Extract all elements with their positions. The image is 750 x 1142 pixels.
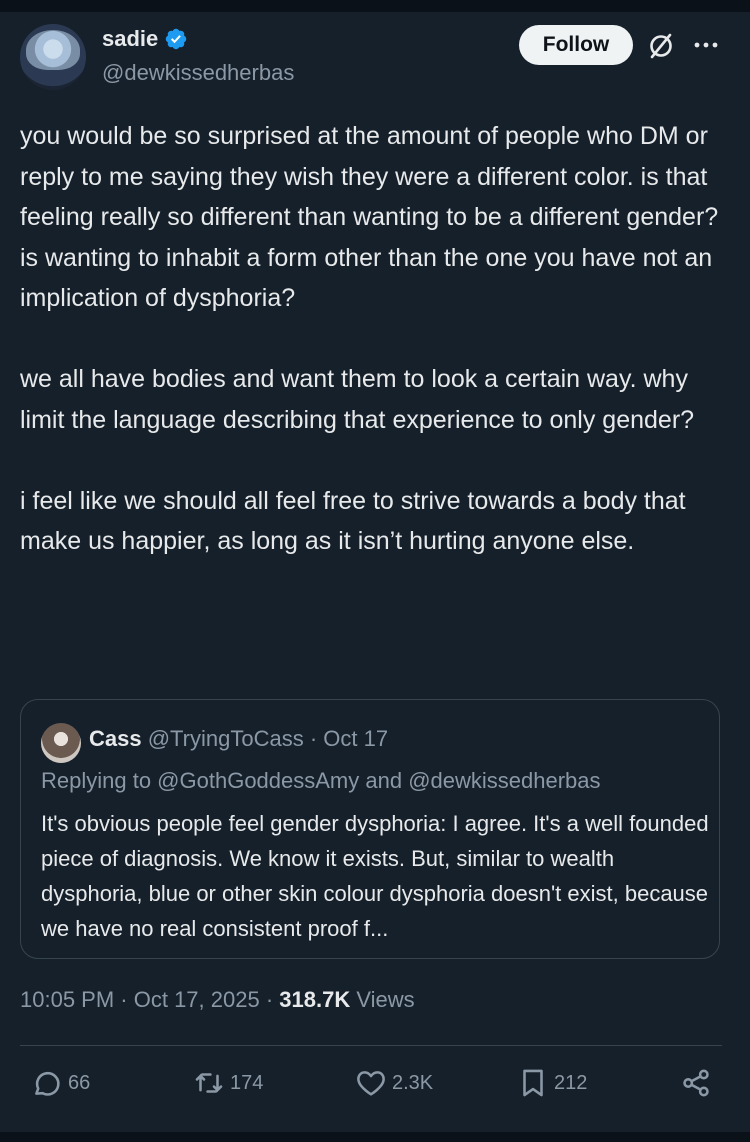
views-label: Views <box>350 987 415 1012</box>
post-metadata: 10:05 PM · Oct 17, 2025 · 318.7K Views <box>20 987 415 1013</box>
like-button[interactable]: 2.3K <box>354 1066 433 1100</box>
divider <box>20 1045 722 1046</box>
separator-dot: · <box>303 726 324 751</box>
bookmark-button[interactable]: 212 <box>516 1066 587 1100</box>
post-text: you would be so surprised at the amount … <box>20 116 730 562</box>
more-horizontal-icon[interactable] <box>692 33 720 57</box>
reply-count: 66 <box>68 1071 91 1094</box>
post-paragraph: you would be so surprised at the amount … <box>20 122 719 312</box>
share-button[interactable] <box>679 1066 713 1100</box>
author-name[interactable]: sadie <box>102 26 158 52</box>
bottom-edge <box>0 1132 750 1142</box>
quoted-post-text: It's obvious people feel gender dysphori… <box>41 811 709 941</box>
action-bar: 66 174 2.3K 212 <box>0 1066 750 1110</box>
reply-icon <box>35 1071 60 1096</box>
reply-button[interactable]: 66 <box>30 1066 90 1100</box>
replying-to: Replying to @GothGoddessAmy and @dewkiss… <box>41 768 601 793</box>
post-paragraph: we all have bodies and want them to look… <box>20 365 695 434</box>
post-time: 10:05 PM <box>20 987 115 1012</box>
post-paragraph: i feel like we should all feel free to s… <box>20 486 686 556</box>
bookmark-count: 212 <box>554 1071 588 1094</box>
views-count: 318.7K <box>279 987 351 1012</box>
share-icon <box>683 1069 709 1097</box>
repost-count: 174 <box>230 1071 264 1094</box>
verified-badge-icon <box>166 28 187 50</box>
author-handle[interactable]: @dewkissedherbas <box>102 60 294 86</box>
quoted-post-date: Oct 17 <box>323 726 389 751</box>
author-name-row: sadie <box>102 26 188 52</box>
quoted-author-avatar <box>41 723 81 763</box>
like-count: 2.3K <box>392 1071 434 1094</box>
quoted-author-handle: @TryingToCass <box>147 726 304 751</box>
separator-dot: · <box>114 987 134 1012</box>
repost-icon <box>195 1073 223 1093</box>
follow-button[interactable]: Follow <box>519 25 633 65</box>
top-edge <box>0 0 750 12</box>
grok-icon[interactable] <box>646 31 676 61</box>
repost-button[interactable]: 174 <box>192 1066 263 1100</box>
quoted-post-header: Cass @TryingToCass · Oct 17 <box>89 726 388 752</box>
separator-dot: · <box>259 987 280 1012</box>
post-date: Oct 17, 2025 <box>133 987 260 1012</box>
quoted-post[interactable]: Cass @TryingToCass · Oct 17 Replying to … <box>20 699 720 959</box>
heart-icon <box>357 1071 385 1096</box>
bookmark-icon <box>523 1069 543 1097</box>
quoted-author-name: Cass <box>89 726 142 751</box>
author-avatar[interactable] <box>20 24 86 90</box>
